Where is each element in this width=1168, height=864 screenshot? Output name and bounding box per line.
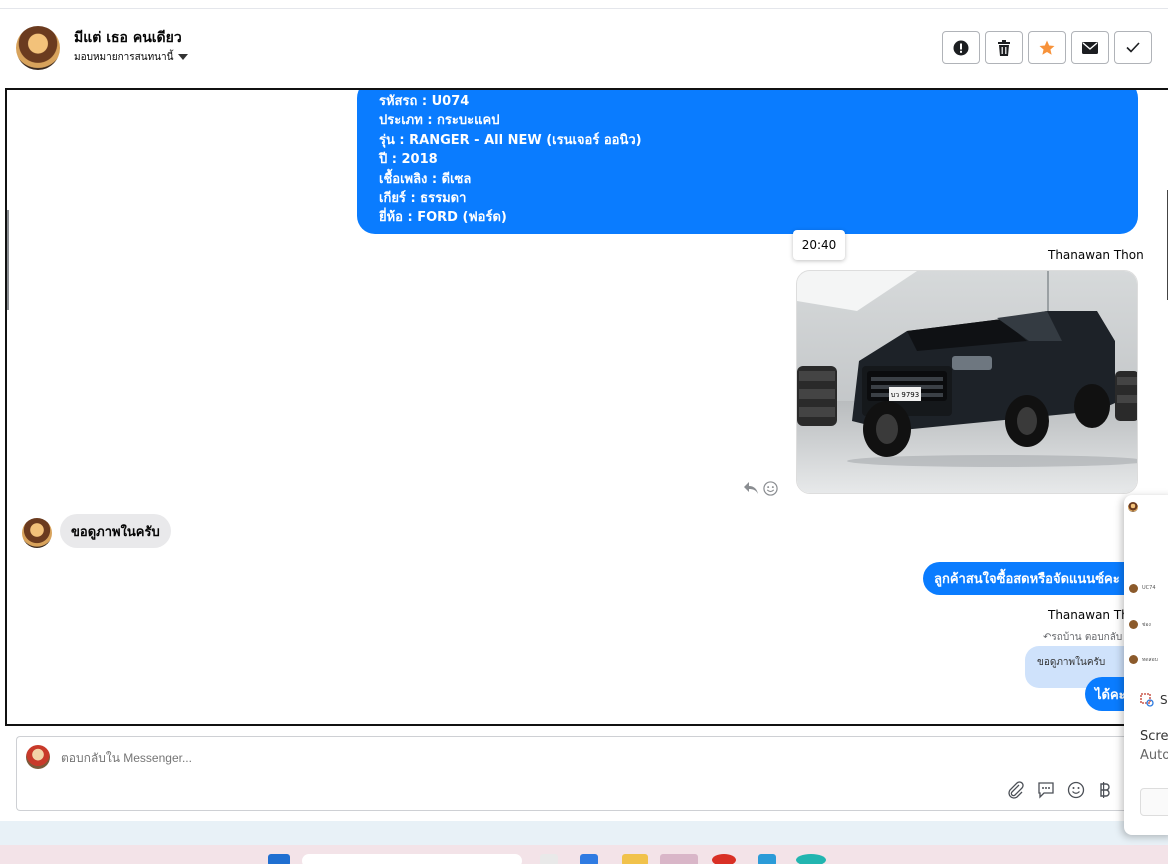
file-explorer-icon[interactable] [622,854,648,864]
scrollbar-thumb[interactable] [7,210,9,310]
caret-down-icon [178,54,189,60]
message-actions [743,481,778,496]
incoming-message[interactable]: ขอดูภาพในครับ [60,514,171,548]
card-line: เกียร์ : ธรรมดา [379,191,467,207]
snipping-tool-icon [1140,693,1154,707]
edge-icon[interactable] [580,854,598,864]
notif-tiny-text: ทดสอบ [1142,657,1158,663]
app-icon[interactable] [796,854,826,864]
notif-app-name: S [1160,693,1168,707]
payment-icon[interactable] [1097,781,1111,799]
check-icon [1126,42,1140,53]
conversation-header: มีแต่ เธอ คนเดียว มอบหมายการสนทนานี้ [0,9,1168,89]
notif-tiny-text: UC74 [1142,585,1156,591]
star-icon [1039,40,1055,55]
start-menu-icon[interactable] [268,854,290,864]
reply-composer [16,736,1168,811]
task-view-icon[interactable] [540,854,558,864]
delete-button[interactable] [985,31,1023,64]
notif-avatar [1128,502,1138,512]
star-button[interactable] [1028,31,1066,64]
composer-tools [1007,781,1111,799]
screenshot-notification[interactable]: UC74 ช่อง ทดสอบ S Scree Auto [1124,495,1168,835]
emoji-reaction-icon[interactable] [763,481,778,496]
reply-icon[interactable] [743,481,759,495]
notif-title: Scree [1140,729,1168,744]
mark-unread-button[interactable] [1071,31,1109,64]
contact-avatar[interactable] [16,26,60,70]
mail-icon [1082,41,1098,54]
reply-note-prefix: รถบ้าน [1051,632,1082,643]
trash-icon [998,39,1010,56]
card-line: รหัสรถ : U074 [379,94,470,109]
notif-thumb-dot [1129,620,1138,629]
sender-name: Thanawan Thon [1048,248,1144,262]
notif-body: Auto [1140,748,1168,763]
sender-name-2: Thanawan Tho [1048,608,1137,622]
attachment-icon[interactable] [1007,781,1025,799]
license-plate: บว 9793 [891,391,919,399]
vehicle-info-card[interactable]: รหัสรถ : U074 ประเภท : กระบะแคป รุ่น : R… [357,90,1138,234]
truck-photo[interactable]: บว 9793 [796,270,1138,494]
reply-note: ↶รถบ้าน ตอบกลับ มี [1043,630,1132,645]
truck-image: บว 9793 [797,271,1137,493]
card-line: รุ่น : RANGER - All NEW (เรนเจอร์ ออนิว) [379,132,642,148]
page-avatar [26,745,50,769]
card-line: ประเภท : กระบะแคป [379,113,500,129]
timestamp-tooltip: 20:40 [793,230,845,260]
header-actions [942,31,1152,64]
store-icon[interactable] [758,854,776,864]
notif-action-button[interactable] [1140,788,1168,816]
card-line: ปี : 2018 [379,152,438,168]
card-line: เชื้อเพลิง : ดีเซล [379,171,472,187]
message-input[interactable] [61,751,661,765]
assign-label: มอบหมายการสนทนานี้ [74,52,174,63]
mark-spam-button[interactable] [942,31,980,64]
mark-done-button[interactable] [1114,31,1152,64]
emoji-icon[interactable] [1067,781,1085,799]
notif-thumb-dot [1129,655,1138,664]
teams-icon[interactable] [660,854,698,864]
report-icon [953,40,969,55]
incoming-avatar[interactable] [22,518,52,548]
saved-replies-icon[interactable] [1037,781,1055,799]
notif-tiny-text: ช่อง [1142,622,1151,628]
messenger-inbox-page: มีแต่ เธอ คนเดียว มอบหมายการสนทนานี้ รหั… [0,0,1168,864]
chrome-icon[interactable] [712,854,736,864]
os-taskbar [0,845,1168,864]
contact-name[interactable]: มีแต่ เธอ คนเดียว [74,27,182,49]
notif-thumb-dot [1129,584,1138,593]
chat-thread[interactable]: รหัสรถ : U074 ประเภท : กระบะแคป รุ่น : R… [5,88,1168,726]
taskbar-search-box[interactable] [302,854,522,864]
window-bottom-band [0,821,1168,845]
card-line: ยี่ห้อ : FORD (ฟอร์ด) [379,210,507,226]
assign-conversation-dropdown[interactable]: มอบหมายการสนทนานี้ [74,50,189,65]
